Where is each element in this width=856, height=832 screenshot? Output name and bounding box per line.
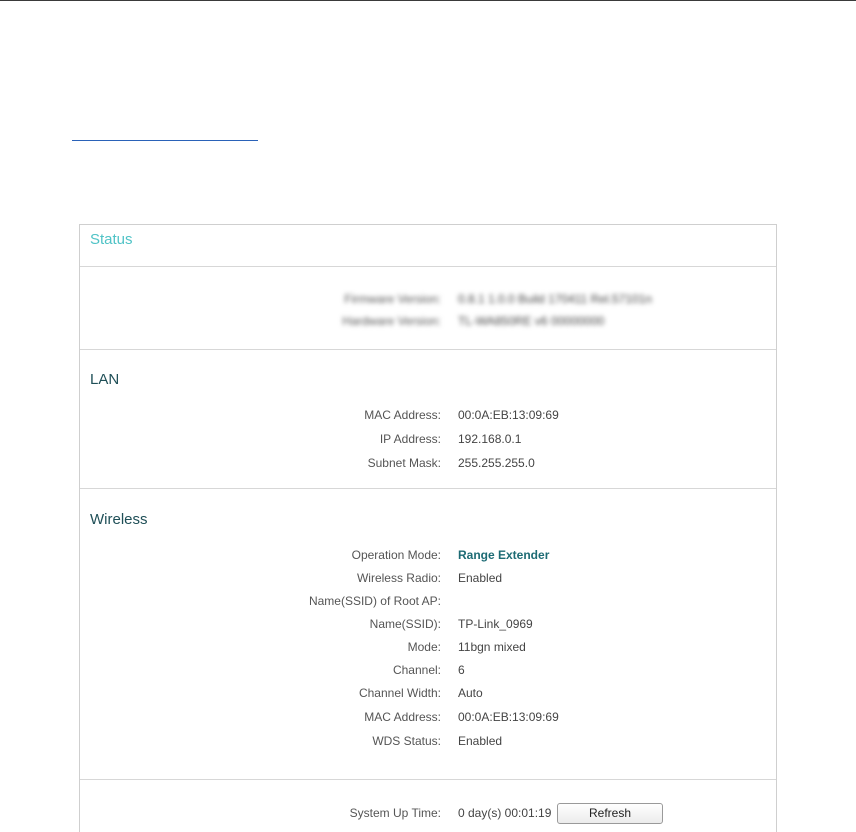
uptime-label: System Up Time: [349, 806, 441, 820]
wireless-row: Name(SSID): TP-Link_0969 [80, 613, 776, 635]
wireless-row: Mode: 11bgn mixed [80, 636, 776, 658]
refresh-button[interactable]: Refresh [557, 803, 663, 824]
hardware-version-value: TL-WA850RE v6 00000000 [458, 314, 605, 328]
root-ap-ssid-label: Name(SSID) of Root AP: [308, 594, 441, 608]
top-rule [0, 0, 856, 1]
ssid-value: TP-Link_0969 [458, 617, 533, 631]
lan-row: IP Address: 192.168.0.1 [80, 428, 776, 450]
operation-mode-label: Operation Mode: [351, 548, 441, 562]
wireless-row: WDS Status: Enabled [80, 730, 776, 752]
lan-ip-value: 192.168.0.1 [458, 432, 522, 446]
lan-mac-label: MAC Address: [364, 408, 441, 422]
channel-value: 6 [458, 663, 465, 677]
link-underline[interactable] [72, 140, 258, 141]
lan-ip-label: IP Address: [379, 432, 441, 446]
wireless-row: Channel Width: Auto [80, 682, 776, 704]
panel-title: Status [90, 231, 133, 248]
hardware-version-row: Hardware Version: TL-WA850RE v6 00000000 [80, 310, 776, 332]
wireless-radio-value: Enabled [458, 571, 503, 585]
wireless-row: Operation Mode: Range Extender [80, 544, 776, 566]
hardware-version-label: Hardware Version: [342, 314, 441, 328]
firmware-version-row: Firmware Version: 0.8.1 1.0.0 Build 1704… [80, 288, 776, 310]
wireless-row: Wireless Radio: Enabled [80, 567, 776, 589]
lan-row: MAC Address: 00:0A:EB:13:09:69 [80, 404, 776, 426]
firmware-version-label: Firmware Version: [344, 292, 441, 306]
mode-label: Mode: [407, 640, 441, 654]
wds-status-value: Enabled [458, 734, 503, 748]
lan-heading: LAN [90, 371, 120, 388]
wds-status-label: WDS Status: [372, 734, 441, 748]
wireless-heading: Wireless [90, 511, 148, 528]
wireless-row: Name(SSID) of Root AP: [80, 590, 776, 612]
channel-label: Channel: [392, 663, 441, 677]
system-uptime-row: System Up Time: 0 day(s) 00:01:19 [80, 802, 776, 824]
channel-width-label: Channel Width: [358, 686, 441, 700]
lan-row: Subnet Mask: 255.255.255.0 [80, 452, 776, 474]
mode-value: 11bgn mixed [458, 640, 526, 654]
lan-subnet-label: Subnet Mask: [367, 456, 441, 470]
lan-subnet-value: 255.255.255.0 [458, 456, 535, 470]
wireless-row: Channel: 6 [80, 659, 776, 681]
wireless-mac-value: 00:0A:EB:13:09:69 [458, 710, 559, 724]
divider [80, 349, 776, 350]
firmware-version-value: 0.8.1 1.0.0 Build 170411 Rel.57101n [458, 292, 652, 306]
wireless-row: MAC Address: 00:0A:EB:13:09:69 [80, 706, 776, 728]
divider [80, 488, 776, 489]
wireless-radio-label: Wireless Radio: [356, 571, 441, 585]
uptime-value: 0 day(s) 00:01:19 [458, 806, 552, 820]
status-panel: Status Firmware Version: 0.8.1 1.0.0 Bui… [79, 224, 777, 832]
channel-width-value: Auto [458, 686, 483, 700]
lan-mac-value: 00:0A:EB:13:09:69 [458, 408, 559, 422]
divider [80, 779, 776, 780]
wireless-mac-label: MAC Address: [364, 710, 441, 724]
operation-mode-value: Range Extender [458, 548, 550, 562]
divider [80, 266, 776, 267]
ssid-label: Name(SSID): [369, 617, 441, 631]
